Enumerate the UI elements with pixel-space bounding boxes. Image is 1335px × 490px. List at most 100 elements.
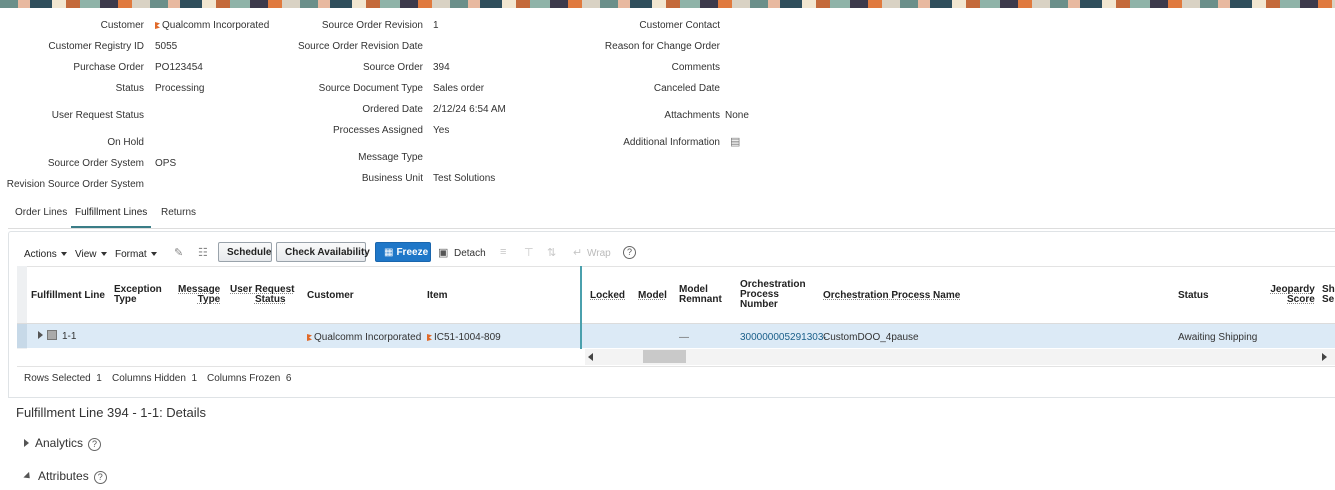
ordered-date-label: Ordered Date xyxy=(362,104,423,115)
freeze-icon: ▦ xyxy=(384,247,394,258)
col-truncated[interactable]: Sh Se xyxy=(1322,285,1335,305)
row-status: Awaiting Shipping xyxy=(1178,332,1258,343)
line-type-icon xyxy=(47,330,57,340)
col-model[interactable]: Model xyxy=(638,291,667,301)
col-orchestration-process-number[interactable]: Orchestration Process Number xyxy=(740,280,806,310)
col-model-remnant[interactable]: Model Remnant xyxy=(679,285,722,305)
source-document-type-value: Sales order xyxy=(433,83,485,94)
attachments-label: Attachments xyxy=(664,110,720,121)
details-title: Fulfillment Line 394 - 1-1: Details xyxy=(16,405,207,420)
customer-label: Customer xyxy=(100,20,144,31)
col-exception-type[interactable]: Exception Type xyxy=(114,285,162,305)
chevron-down-icon xyxy=(100,252,107,256)
source-order-revision-date-label: Source Order Revision Date xyxy=(297,41,423,52)
on-hold-label: On Hold xyxy=(107,137,144,148)
tab-order-lines[interactable]: Order Lines xyxy=(15,207,67,227)
col-user-request-status[interactable]: User Request Status xyxy=(230,285,294,305)
format-menu[interactable]: Format xyxy=(115,248,157,262)
row-item[interactable]: IC51-1004-809 xyxy=(427,332,501,343)
tab-fulfillment-lines[interactable]: Fulfillment Lines xyxy=(70,207,152,228)
chevron-down-icon xyxy=(60,252,67,256)
comments-label: Comments xyxy=(671,62,720,73)
col-message-type[interactable]: Message Type xyxy=(178,285,220,305)
horizontal-scrollbar[interactable] xyxy=(585,349,1335,365)
schedule-button[interactable]: Schedule xyxy=(218,242,272,262)
additional-information-icon[interactable]: ▤ xyxy=(730,135,740,148)
col-fulfillment-line[interactable]: Fulfillment Line xyxy=(31,291,105,301)
col-status[interactable]: Status xyxy=(1178,291,1209,301)
flag-icon xyxy=(155,22,160,29)
row-fulfillment-line[interactable]: 1-1 xyxy=(38,330,76,342)
row-selector[interactable] xyxy=(17,324,27,348)
actions-menu[interactable]: Actions xyxy=(24,248,67,262)
rows-selected: Rows Selected 1 xyxy=(24,373,102,384)
purchase-order-label: Purchase Order xyxy=(73,62,144,73)
wrap-button[interactable]: Wrap xyxy=(587,248,611,259)
row-orchestration-name: CustomDOO_4pause xyxy=(823,332,919,343)
customer-registry-label: Customer Registry ID xyxy=(48,41,144,52)
row-orchestration-number-link[interactable]: 300000005291303· xyxy=(740,332,827,343)
columns-frozen: Columns Frozen 6 xyxy=(207,373,292,384)
detach-button[interactable]: Detach xyxy=(454,248,486,259)
source-order-revision-label: Source Order Revision xyxy=(321,20,423,31)
header-banner xyxy=(0,0,1335,8)
view-menu[interactable]: View xyxy=(75,248,107,262)
freeze-button[interactable]: ▦ Freeze xyxy=(375,242,431,262)
chevron-down-icon xyxy=(23,471,33,482)
col-jeopardy-score[interactable]: Jeopardy Score xyxy=(1269,285,1314,305)
reason-for-change-label: Reason for Change Order xyxy=(604,41,720,52)
expand-icon[interactable] xyxy=(38,331,43,339)
chevron-right-icon xyxy=(24,439,29,447)
customer-value[interactable]: Qualcomm Incorporated xyxy=(155,20,269,31)
customer-contact-label: Customer Contact xyxy=(639,20,720,31)
processes-assigned-label: Processes Assigned xyxy=(332,125,423,136)
export-icon[interactable]: ☷ xyxy=(198,246,208,259)
align-top-icon: ⊤ xyxy=(524,247,534,259)
col-customer[interactable]: Customer xyxy=(307,291,354,301)
source-document-type-label: Source Document Type xyxy=(318,83,423,94)
check-availability-button[interactable]: Check Availability xyxy=(276,242,370,262)
attachments-value[interactable]: None xyxy=(725,110,749,121)
tab-divider xyxy=(8,228,1335,229)
col-locked[interactable]: Locked xyxy=(590,291,625,301)
columns-hidden: Columns Hidden 1 xyxy=(112,373,198,384)
business-unit-label: Business Unit xyxy=(361,173,423,184)
analytics-section-toggle[interactable]: Analytics? xyxy=(24,436,102,451)
tab-returns[interactable]: Returns xyxy=(161,207,196,227)
wrap-icon: ↵ xyxy=(573,247,583,259)
user-request-status-label: User Request Status xyxy=(51,110,144,121)
source-order-label: Source Order xyxy=(362,62,423,73)
scrollbar-thumb[interactable] xyxy=(643,350,686,363)
scroll-right-icon[interactable] xyxy=(1322,353,1327,361)
detach-icon: ▣ xyxy=(438,247,449,259)
message-type-label: Message Type xyxy=(358,152,423,163)
help-icon[interactable]: ? xyxy=(623,246,636,259)
col-item[interactable]: Item xyxy=(427,291,448,301)
purchase-order-value: PO123454 xyxy=(155,62,203,73)
source-order-revision-value: 1 xyxy=(433,20,439,31)
help-icon[interactable]: ? xyxy=(88,438,102,451)
table-row[interactable] xyxy=(17,324,1335,348)
canceled-date-label: Canceled Date xyxy=(653,83,720,94)
chevron-down-icon xyxy=(150,252,157,256)
row-model-remnant: — xyxy=(679,332,689,343)
status-value: Processing xyxy=(155,83,205,94)
help-icon[interactable]: ? xyxy=(93,471,107,484)
scroll-left-icon[interactable] xyxy=(588,353,593,361)
processes-assigned-value: Yes xyxy=(433,125,450,136)
additional-information-label: Additional Information xyxy=(623,137,720,148)
flag-icon xyxy=(307,334,312,341)
edit-pencil-icon[interactable]: ✎ xyxy=(174,246,183,259)
status-label: Status xyxy=(115,83,144,94)
revision-source-order-system-label: Revision Source Order System xyxy=(6,179,144,190)
wrap-left-icon: ≡ xyxy=(500,246,507,258)
grid-bottom-border xyxy=(17,366,1335,367)
grid-top-border xyxy=(17,266,1335,267)
row-customer[interactable]: Qualcomm Incorporated xyxy=(307,332,421,343)
col-orchestration-process-name[interactable]: Orchestration Process Name xyxy=(823,291,960,301)
source-order-system-label: Source Order System xyxy=(47,158,144,169)
freeze-divider[interactable] xyxy=(580,266,582,349)
attributes-section-toggle[interactable]: Attributes? xyxy=(23,469,107,484)
ordered-date-value: 2/12/24 6:54 AM xyxy=(433,104,506,115)
swap-icon: ⇅ xyxy=(547,247,557,259)
